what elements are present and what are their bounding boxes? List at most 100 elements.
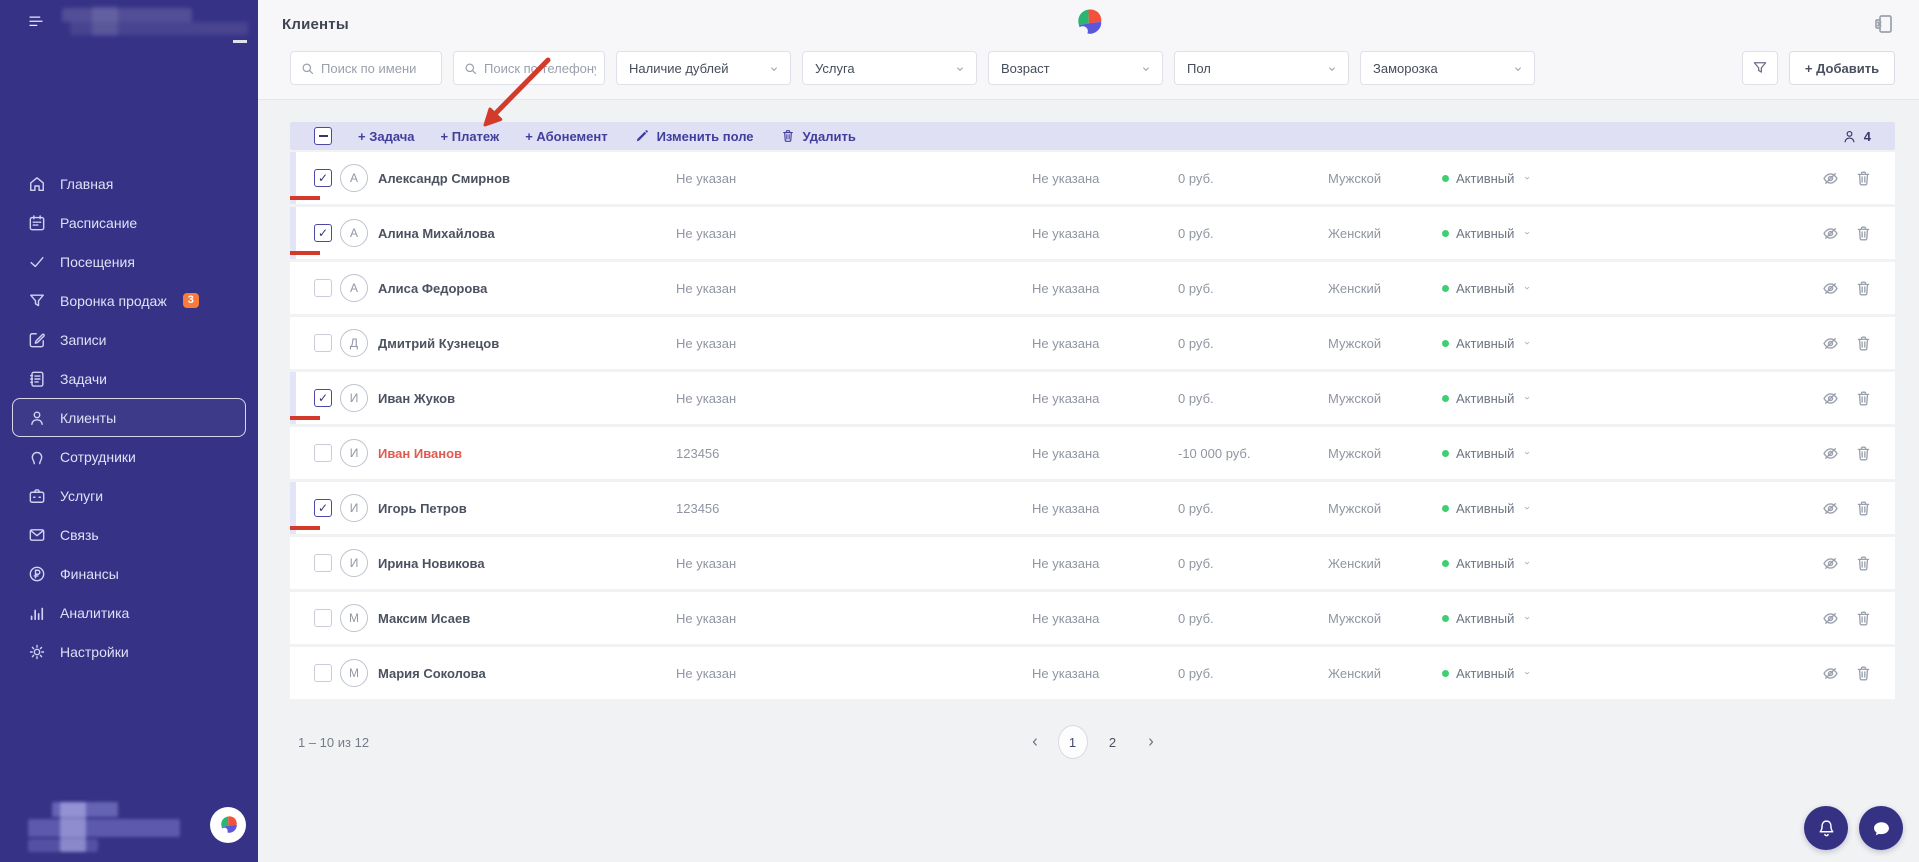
chevron-down-icon xyxy=(1324,61,1340,77)
row-checkbox[interactable] xyxy=(314,334,332,352)
view-client-button[interactable] xyxy=(1821,444,1840,463)
client-status-dropdown[interactable]: Активный xyxy=(1442,556,1732,571)
delete-client-button[interactable] xyxy=(1854,279,1873,298)
client-status-dropdown[interactable]: Активный xyxy=(1442,171,1732,186)
client-row-4[interactable]: И Иван Жуков Не указан Не указана 0 руб.… xyxy=(290,372,1895,424)
sidebar-item-8[interactable]: Услуги xyxy=(12,476,246,515)
row-checkbox[interactable] xyxy=(314,664,332,682)
view-client-button[interactable] xyxy=(1821,554,1840,573)
client-status-dropdown[interactable]: Активный xyxy=(1442,501,1732,516)
row-checkbox[interactable] xyxy=(314,169,332,187)
client-name-link[interactable]: Ирина Новикова xyxy=(378,556,485,571)
sidebar-item-6[interactable]: Клиенты xyxy=(12,398,246,437)
view-client-button[interactable] xyxy=(1821,609,1840,628)
add-task-button[interactable]: + Задача xyxy=(358,129,415,144)
client-status-dropdown[interactable]: Активный xyxy=(1442,281,1732,296)
sidebar-item-7[interactable]: Сотрудники xyxy=(12,437,246,476)
search-phone-input[interactable] xyxy=(484,60,596,76)
row-checkbox[interactable] xyxy=(314,389,332,407)
edit-field-button[interactable]: Изменить поле xyxy=(634,128,754,144)
client-status-dropdown[interactable]: Активный xyxy=(1442,446,1732,461)
row-checkbox[interactable] xyxy=(314,609,332,627)
client-name-link[interactable]: Мария Соколова xyxy=(378,666,486,681)
client-row-0[interactable]: А Александр Смирнов Не указан Не указана… xyxy=(290,152,1895,204)
client-row-9[interactable]: М Мария Соколова Не указан Не указана 0 … xyxy=(290,647,1895,699)
freeze-filter-select[interactable]: Заморозка xyxy=(1360,51,1535,85)
row-checkbox[interactable] xyxy=(314,499,332,517)
view-client-button[interactable] xyxy=(1821,499,1840,518)
duplicates-filter-select[interactable]: Наличие дублей xyxy=(616,51,791,85)
sidebar-item-1[interactable]: Расписание xyxy=(12,203,246,242)
client-status-dropdown[interactable]: Активный xyxy=(1442,611,1732,626)
row-checkbox[interactable] xyxy=(314,554,332,572)
client-name-link[interactable]: Иван Жуков xyxy=(378,391,455,406)
add-subscription-button[interactable]: + Абонемент xyxy=(525,129,607,144)
delete-client-button[interactable] xyxy=(1854,169,1873,188)
service-filter-select[interactable]: Услуга xyxy=(802,51,977,85)
sidebar-item-11[interactable]: Аналитика xyxy=(12,593,246,632)
view-client-button[interactable] xyxy=(1821,169,1840,188)
client-status-dropdown[interactable]: Активный xyxy=(1442,391,1732,406)
row-checkbox[interactable] xyxy=(314,444,332,462)
sidebar-item-2[interactable]: Посещения xyxy=(12,242,246,281)
delete-client-button[interactable] xyxy=(1854,224,1873,243)
export-excel-button[interactable] xyxy=(1871,12,1895,36)
view-client-button[interactable] xyxy=(1821,334,1840,353)
advanced-filter-button[interactable] xyxy=(1742,51,1778,85)
sidebar-item-12[interactable]: Настройки xyxy=(12,632,246,671)
add-client-button[interactable]: + Добавить xyxy=(1789,51,1895,85)
chat-button[interactable] xyxy=(1859,806,1903,850)
client-row-1[interactable]: А Алина Михайлова Не указан Не указана 0… xyxy=(290,207,1895,259)
page-button-1[interactable]: 2 xyxy=(1098,725,1128,759)
client-name-link[interactable]: Алина Михайлова xyxy=(378,226,495,241)
client-row-5[interactable]: И Иван Иванов 123456 Не указана -10 000 … xyxy=(290,427,1895,479)
client-name-link[interactable]: Максим Исаев xyxy=(378,611,470,626)
menu-toggle-icon[interactable] xyxy=(25,13,47,31)
search-name-input[interactable] xyxy=(321,60,433,76)
select-all-checkbox[interactable] xyxy=(314,127,332,145)
client-row-3[interactable]: Д Дмитрий Кузнецов Не указан Не указана … xyxy=(290,317,1895,369)
sidebar-item-10[interactable]: Финансы xyxy=(12,554,246,593)
client-row-8[interactable]: М Максим Исаев Не указан Не указана 0 ру… xyxy=(290,592,1895,644)
delete-selected-button[interactable]: Удалить xyxy=(780,128,856,144)
client-status-dropdown[interactable]: Активный xyxy=(1442,666,1732,681)
client-name-link[interactable]: Игорь Петров xyxy=(378,501,467,516)
delete-client-button[interactable] xyxy=(1854,499,1873,518)
client-name-link[interactable]: Дмитрий Кузнецов xyxy=(378,336,499,351)
sidebar-item-9[interactable]: Связь xyxy=(12,515,246,554)
client-status-dropdown[interactable]: Активный xyxy=(1442,336,1732,351)
view-client-button[interactable] xyxy=(1821,224,1840,243)
next-page-button[interactable] xyxy=(1142,733,1160,751)
delete-client-button[interactable] xyxy=(1854,609,1873,628)
gender-filter-select[interactable]: Пол xyxy=(1174,51,1349,85)
view-client-button[interactable] xyxy=(1821,279,1840,298)
client-name-link[interactable]: Иван Иванов xyxy=(378,446,462,461)
sidebar-item-3[interactable]: Воронка продаж 3 xyxy=(12,281,246,320)
client-name-link[interactable]: Алиса Федорова xyxy=(378,281,487,296)
notifications-button[interactable] xyxy=(1804,806,1848,850)
view-client-button[interactable] xyxy=(1821,664,1840,683)
delete-client-button[interactable] xyxy=(1854,389,1873,408)
client-name-link[interactable]: Александр Смирнов xyxy=(378,171,510,186)
client-row-2[interactable]: А Алиса Федорова Не указан Не указана 0 … xyxy=(290,262,1895,314)
row-checkbox[interactable] xyxy=(314,279,332,297)
mail-icon xyxy=(27,525,47,545)
row-checkbox[interactable] xyxy=(314,224,332,242)
sidebar-item-0[interactable]: Главная xyxy=(12,164,246,203)
delete-client-button[interactable] xyxy=(1854,334,1873,353)
sidebar-item-4[interactable]: Записи xyxy=(12,320,246,359)
client-avatar: Д xyxy=(340,329,368,357)
add-payment-button[interactable]: + Платеж xyxy=(441,129,500,144)
client-row-6[interactable]: И Игорь Петров 123456 Не указана 0 руб. … xyxy=(290,482,1895,534)
view-client-button[interactable] xyxy=(1821,389,1840,408)
client-status-dropdown[interactable]: Активный xyxy=(1442,226,1732,241)
prev-page-button[interactable] xyxy=(1026,733,1044,751)
delete-client-button[interactable] xyxy=(1854,554,1873,573)
delete-client-button[interactable] xyxy=(1854,664,1873,683)
selected-count: 4 xyxy=(1841,128,1871,145)
delete-client-button[interactable] xyxy=(1854,444,1873,463)
age-filter-select[interactable]: Возраст xyxy=(988,51,1163,85)
page-button-0[interactable]: 1 xyxy=(1057,725,1088,759)
sidebar-item-5[interactable]: Задачи xyxy=(12,359,246,398)
client-row-7[interactable]: И Ирина Новикова Не указан Не указана 0 … xyxy=(290,537,1895,589)
